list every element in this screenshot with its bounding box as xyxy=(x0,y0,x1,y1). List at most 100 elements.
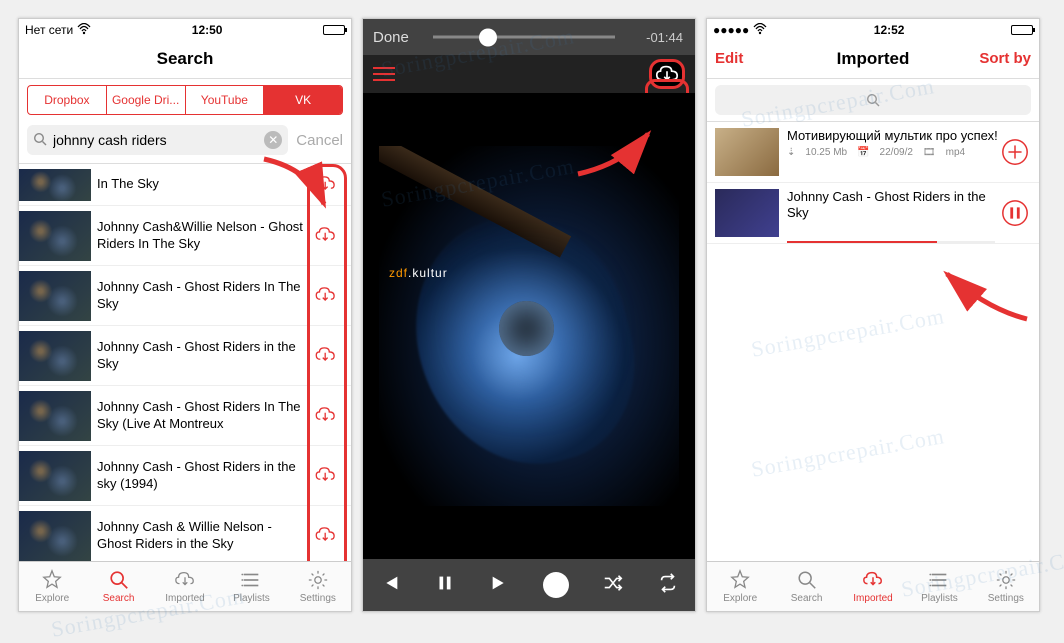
item-title: Johnny Cash - Ghost Riders in the Sky xyxy=(787,189,999,222)
result-thumb xyxy=(19,331,91,381)
tab-bar: Explore Search Imported Playlists Settin… xyxy=(19,561,351,611)
item-format: mp4 xyxy=(946,147,965,160)
signal-icon: ●●●●● xyxy=(713,23,749,37)
search-field[interactable]: ✕ xyxy=(27,125,288,155)
screen-imported: ●●●●● 12:52 Edit Imported Sort by Мотиви… xyxy=(706,18,1040,612)
scrubber-knob[interactable] xyxy=(479,28,497,46)
download-button[interactable] xyxy=(311,281,341,311)
video-frame: zdf.kultur xyxy=(379,146,679,506)
download-button[interactable] xyxy=(311,170,341,200)
tab-search[interactable]: Search xyxy=(773,562,839,611)
format-icon: 🎞 xyxy=(923,147,936,160)
tab-playlists[interactable]: Playlists xyxy=(218,562,284,611)
screen-search: Нет сети 12:50 Search Dropbox Google Dri… xyxy=(18,18,352,612)
tab-label: Settings xyxy=(988,593,1024,604)
result-title: Johnny Cash - Ghost Riders in the sky (1… xyxy=(97,459,311,492)
source-tab-googledrive[interactable]: Google Dri... xyxy=(107,86,186,114)
result-title: Johnny Cash - Ghost Riders in the Sky xyxy=(97,339,311,372)
tab-playlists[interactable]: Playlists xyxy=(906,562,972,611)
add-button[interactable] xyxy=(999,136,1031,168)
header: Search xyxy=(19,39,351,79)
download-button[interactable] xyxy=(311,341,341,371)
result-title: Johnny Cash - Ghost Riders In The Sky xyxy=(97,279,311,312)
download-cloud-button[interactable] xyxy=(649,59,685,89)
item-thumb xyxy=(715,128,779,176)
result-row[interactable]: Johnny Cash - Ghost Riders in the sky (1… xyxy=(19,446,351,506)
source-tab-youtube[interactable]: YouTube xyxy=(186,86,265,114)
menu-icon[interactable] xyxy=(373,63,395,85)
download-button[interactable] xyxy=(311,221,341,251)
tab-settings[interactable]: Settings xyxy=(285,562,351,611)
battery-icon xyxy=(323,25,345,35)
imported-item[interactable]: Johnny Cash - Ghost Riders in the Sky xyxy=(707,183,1039,244)
result-thumb xyxy=(19,451,91,501)
download-button[interactable] xyxy=(311,521,341,551)
clear-icon[interactable]: ✕ xyxy=(264,131,282,149)
tab-search[interactable]: Search xyxy=(85,562,151,611)
tab-label: Explore xyxy=(35,593,69,604)
result-title: Johnny Cash&Willie Nelson - Ghost Riders… xyxy=(97,219,311,252)
source-tab-dropbox[interactable]: Dropbox xyxy=(28,86,107,114)
tab-explore[interactable]: Explore xyxy=(19,562,85,611)
result-row[interactable]: Johnny Cash - Ghost Riders In The Sky xyxy=(19,266,351,326)
page-title: Search xyxy=(157,49,214,69)
result-row[interactable]: Johnny Cash&Willie Nelson - Ghost Riders… xyxy=(19,206,351,266)
download-button[interactable] xyxy=(311,461,341,491)
tab-settings[interactable]: Settings xyxy=(973,562,1039,611)
status-bar: Нет сети 12:50 xyxy=(19,19,351,39)
battery-icon xyxy=(1011,25,1033,35)
clock: 12:52 xyxy=(874,23,905,37)
cancel-button[interactable]: Cancel xyxy=(296,132,343,149)
pause-button[interactable] xyxy=(434,572,456,599)
imported-list: Мотивирующий мультик про успех! ⇣ 10.25 … xyxy=(707,122,1039,244)
download-button[interactable] xyxy=(311,401,341,431)
imported-item[interactable]: Мотивирующий мультик про успех! ⇣ 10.25 … xyxy=(707,122,1039,183)
search-field[interactable] xyxy=(715,85,1031,115)
sort-button[interactable]: Sort by xyxy=(971,39,1039,78)
result-row[interactable]: Johnny Cash - Ghost Riders in the Sky xyxy=(19,326,351,386)
source-tab-vk[interactable]: VK xyxy=(264,86,342,114)
time-remaining: -01:44 xyxy=(646,30,683,45)
status-bar: ●●●●● 12:52 xyxy=(707,19,1039,39)
next-button[interactable] xyxy=(489,572,511,599)
pause-button[interactable] xyxy=(999,197,1031,229)
shuffle-button[interactable] xyxy=(602,572,624,599)
result-title: Johnny Cash - Ghost Riders In The Sky (L… xyxy=(97,399,311,432)
search-input[interactable] xyxy=(53,132,258,148)
result-thumb xyxy=(19,391,91,441)
result-row[interactable]: Johnny Cash & Willie Nelson - Ghost Ride… xyxy=(19,506,351,561)
item-thumb xyxy=(715,189,779,237)
result-title: Johnny Cash & Willie Nelson - Ghost Ride… xyxy=(97,519,311,552)
channel-logo: zdf.kultur xyxy=(389,266,448,280)
tab-imported[interactable]: Imported xyxy=(152,562,218,611)
result-row[interactable]: In The Sky xyxy=(19,164,351,206)
done-button[interactable]: Done xyxy=(373,29,409,46)
tab-label: Playlists xyxy=(233,593,270,604)
page-title: Imported xyxy=(837,49,910,69)
item-size: 10.25 Mb xyxy=(805,147,847,160)
tab-label: Playlists xyxy=(921,593,958,604)
edit-button[interactable]: Edit xyxy=(707,39,751,78)
video-area[interactable]: zdf.kultur xyxy=(363,93,695,559)
download-progress xyxy=(787,241,995,243)
tab-bar: Explore Search Imported Playlists Settin… xyxy=(707,561,1039,611)
tab-imported[interactable]: Imported xyxy=(840,562,906,611)
calendar-icon: 📅 xyxy=(857,147,869,160)
result-title: In The Sky xyxy=(97,176,311,192)
scrubber[interactable] xyxy=(433,36,615,39)
tab-label: Settings xyxy=(300,593,336,604)
item-title: Мотивирующий мультик про успех! xyxy=(787,128,999,144)
result-thumb xyxy=(19,169,91,201)
download-speed-icon: ⇣ xyxy=(787,147,795,160)
carrier-label: Нет сети xyxy=(25,23,73,37)
result-thumb xyxy=(19,271,91,321)
prev-button[interactable] xyxy=(379,572,401,599)
wifi-icon xyxy=(77,23,91,38)
source-tabs: Dropbox Google Dri... YouTube VK xyxy=(27,85,343,115)
repeat-button[interactable] xyxy=(657,572,679,599)
item-date: 22/09/2 xyxy=(880,147,913,160)
tab-label: Explore xyxy=(723,593,757,604)
tab-explore[interactable]: Explore xyxy=(707,562,773,611)
wifi-icon xyxy=(753,23,767,38)
result-row[interactable]: Johnny Cash - Ghost Riders In The Sky (L… xyxy=(19,386,351,446)
